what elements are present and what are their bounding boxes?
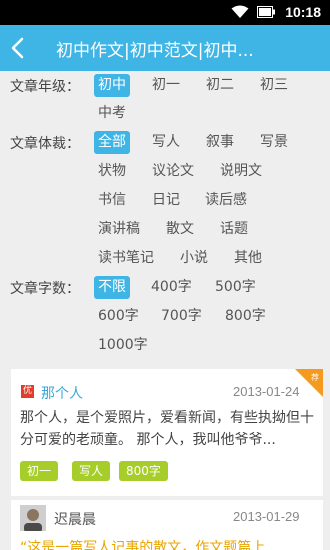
article-author: 迟晨晨 [54,512,96,528]
article-date: 2013-01-29 [233,509,300,524]
genre-option-speech[interactable]: 演讲稿 [94,218,144,241]
status-time: 10:18 [285,4,321,20]
genre-option-narrative[interactable]: 叙事 [202,131,238,154]
grade-option-grade8[interactable]: 初二 [202,74,238,97]
grade-option-grade7[interactable]: 初一 [148,74,184,97]
grade-option-exam[interactable]: 中考 [94,102,130,125]
grade-option-grade9[interactable]: 初三 [256,74,292,97]
article-excerpt: 那个人，是个爱照片，爱看新闻，有些执拗但十分可爱的老顽童。 那个人，我叫他爷爷.… [20,410,314,448]
genre-option-all[interactable]: 全部 [94,131,130,154]
back-arrow-icon[interactable] [10,37,24,59]
grade-option-junior[interactable]: 初中 [94,74,130,97]
article-title[interactable]: 那个人 [41,383,83,403]
article-tag-length: 800字 [119,461,168,481]
genre-option-prose[interactable]: 散文 [162,218,198,241]
genre-option-diary[interactable]: 日记 [148,189,184,212]
genre-option-novel[interactable]: 小说 [176,247,212,270]
wifi-icon [231,5,249,18]
grade-filter-label: 文章年级： [10,79,80,95]
length-option-any[interactable]: 不限 [94,276,130,299]
battery-icon [257,6,275,18]
genre-option-object[interactable]: 状物 [94,160,130,183]
genre-option-other[interactable]: 其他 [230,247,266,270]
genre-option-topic[interactable]: 话题 [216,218,252,241]
page-title: 初中作文|初中范文|初中... [56,41,254,61]
genre-option-review[interactable]: 读后感 [201,189,251,212]
length-option-800[interactable]: 800字 [221,305,270,328]
length-option-500[interactable]: 500字 [211,276,260,299]
genre-option-person[interactable]: 写人 [148,131,184,154]
app-bar: 初中作文|初中范文|初中... [0,25,330,71]
length-option-700[interactable]: 700字 [157,305,206,328]
genre-option-argument[interactable]: 议论文 [148,160,198,183]
filter-panel: 文章年级： 初中 初一 初二 初三 中考 文章体裁： 全部 写人 叙事 写景 状… [0,71,330,367]
avatar [20,505,46,531]
status-bar: 10:18 [0,0,330,25]
article-tag-genre: 写人 [72,461,111,481]
genre-option-exposition[interactable]: 说明文 [216,160,266,183]
length-option-400[interactable]: 400字 [147,276,196,299]
article-card[interactable]: 迟晨晨 2013-01-29 “这是一篇写人记事的散文，作文题篇上 [11,500,323,550]
length-option-600[interactable]: 600字 [94,305,143,328]
excellent-badge-icon: 优 [21,385,34,398]
article-card[interactable]: 荐 优 那个人 2013-01-24 那个人，是个爱照片，爱看新闻，有些执拗但十… [11,369,323,496]
article-excerpt: “这是一篇写人记事的散文，作文题篇上 [20,540,266,550]
genre-option-scenery[interactable]: 写景 [256,131,292,154]
recommend-ribbon-text: 荐 [311,372,319,382]
length-option-1000[interactable]: 1000字 [94,334,152,357]
genre-option-reading-notes[interactable]: 读书笔记 [94,247,158,270]
length-filter-label: 文章字数： [10,281,80,297]
article-date: 2013-01-24 [233,384,300,399]
genre-option-letter[interactable]: 书信 [94,189,130,212]
genre-filter-label: 文章体裁： [10,136,80,152]
article-tag-grade: 初一 [20,461,59,481]
